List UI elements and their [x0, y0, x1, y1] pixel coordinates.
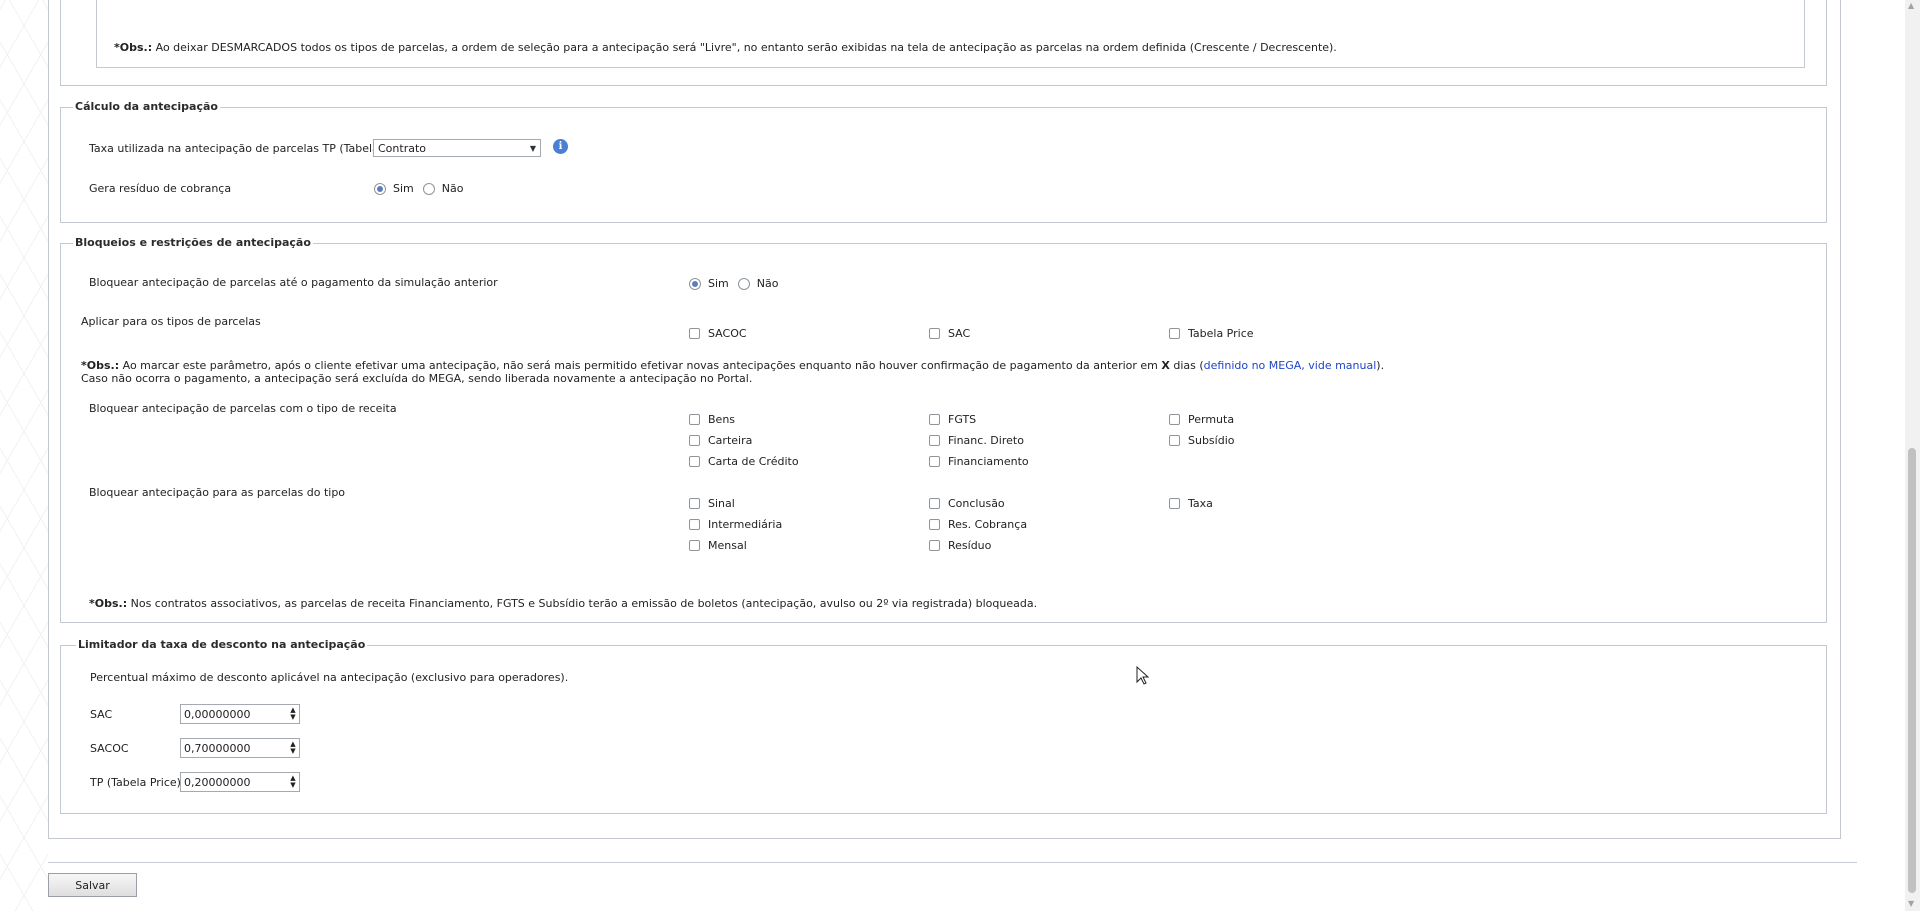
- scrollbar-thumb[interactable]: [1908, 448, 1916, 893]
- checkbox[interactable]: [929, 414, 940, 425]
- receita-bens[interactable]: Bens: [689, 413, 735, 426]
- spinner-arrows-icon[interactable]: ▲ ▼: [287, 775, 299, 789]
- vertical-scrollbar[interactable]: ▲ ▼: [1905, 0, 1920, 911]
- tp-spinner[interactable]: 0,20000000 ▲ ▼: [180, 772, 300, 792]
- receita-financiamento[interactable]: Financiamento: [929, 455, 1029, 468]
- background-pattern: [0, 0, 48, 911]
- residuo-radio-sim[interactable]: [374, 182, 386, 195]
- sacoc-label: SACOC: [90, 742, 129, 755]
- limitador-description: Percentual máximo de desconto aplicável …: [90, 671, 569, 684]
- spinner-arrows-icon[interactable]: ▲ ▼: [287, 741, 299, 755]
- calc-fieldset: Cálculo da antecipação Taxa utilizada na…: [60, 100, 1827, 223]
- aplicar-sac[interactable]: SAC: [929, 327, 970, 340]
- residuo-label: Gera resíduo de cobrança: [89, 182, 232, 195]
- bloquear-radio-sim[interactable]: [689, 277, 701, 290]
- bloqueios-fieldset: Bloqueios e restrições de antecipação Bl…: [60, 236, 1827, 623]
- bloquear-sim-label: Sim: [708, 277, 729, 290]
- scroll-up-icon[interactable]: ▲: [1908, 1, 1914, 10]
- aplicar-tabela-price[interactable]: Tabela Price: [1169, 327, 1254, 340]
- chevron-down-icon: ▼: [529, 143, 537, 153]
- checkbox[interactable]: [929, 540, 940, 551]
- checkbox[interactable]: [1169, 435, 1180, 446]
- sacoc-value: 0,70000000: [184, 741, 251, 755]
- save-button[interactable]: Salvar: [48, 873, 137, 897]
- receita-permuta[interactable]: Permuta: [1169, 413, 1234, 426]
- taxa-label: Taxa utilizada na antecipação de parcela…: [89, 142, 414, 155]
- order-settings-inner-box: *Obs.: Ao deixar DESMARCADOS todos os ti…: [96, 0, 1805, 68]
- checkbox[interactable]: [689, 414, 700, 425]
- checkbox[interactable]: [689, 435, 700, 446]
- bloquear-simulacao-label: Bloquear antecipação de parcelas até o p…: [89, 276, 498, 289]
- receita-subsidio[interactable]: Subsídio: [1169, 434, 1235, 447]
- checkbox[interactable]: [1169, 328, 1180, 339]
- bloquear-nao-label: Não: [756, 277, 779, 290]
- checkbox[interactable]: [929, 456, 940, 467]
- receita-financ-direto[interactable]: Financ. Direto: [929, 434, 1024, 447]
- checkbox[interactable]: [1169, 414, 1180, 425]
- residuo-radio-group: Sim Não: [374, 182, 463, 195]
- checkbox[interactable]: [689, 540, 700, 551]
- bloqueio-observation: *Obs.: Ao marcar este parâmetro, após o …: [81, 359, 1385, 385]
- receita-carta-credito[interactable]: Carta de Crédito: [689, 455, 799, 468]
- receita-carteira[interactable]: Carteira: [689, 434, 752, 447]
- checkbox[interactable]: [929, 498, 940, 509]
- checkbox[interactable]: [1169, 498, 1180, 509]
- mouse-cursor-icon: [1136, 666, 1150, 685]
- spinner-arrows-icon[interactable]: ▲ ▼: [287, 707, 299, 721]
- tipo-intermediaria[interactable]: Intermediária: [689, 518, 782, 531]
- residuo-radio-nao[interactable]: [422, 182, 435, 195]
- sacoc-spinner[interactable]: 0,70000000 ▲ ▼: [180, 738, 300, 758]
- checkbox[interactable]: [929, 435, 940, 446]
- checkbox[interactable]: [929, 519, 940, 530]
- calc-legend: Cálculo da antecipação: [73, 100, 220, 113]
- order-observation: *Obs.: Ao deixar DESMARCADOS todos os ti…: [114, 41, 1337, 54]
- sac-value: 0,00000000: [184, 707, 251, 721]
- tipo-conclusao[interactable]: Conclusão: [929, 497, 1005, 510]
- tipo-residuo[interactable]: Resíduo: [929, 539, 991, 552]
- checkbox[interactable]: [689, 456, 700, 467]
- limitador-legend: Limitador da taxa de desconto na antecip…: [76, 638, 368, 651]
- bloquear-radio-nao[interactable]: [737, 277, 750, 290]
- tipo-mensal[interactable]: Mensal: [689, 539, 747, 552]
- checkbox[interactable]: [689, 498, 700, 509]
- receita-fgts[interactable]: FGTS: [929, 413, 976, 426]
- tipo-label: Bloquear antecipação para as parcelas do…: [89, 486, 346, 499]
- taxa-select-value: Contrato: [378, 141, 427, 155]
- associativos-observation: *Obs.: Nos contratos associativos, as pa…: [89, 597, 1038, 610]
- residuo-nao-label: Não: [441, 182, 464, 195]
- tp-label: TP (Tabela Price): [90, 776, 181, 789]
- tipo-taxa[interactable]: Taxa: [1169, 497, 1213, 510]
- sac-label: SAC: [90, 708, 113, 721]
- bloqueios-legend: Bloqueios e restrições de antecipação: [73, 236, 313, 249]
- bloquear-radio-group: Sim Não: [689, 277, 778, 290]
- residuo-sim-label: Sim: [393, 182, 414, 195]
- taxa-select[interactable]: Contrato ▼: [373, 139, 541, 157]
- tipo-sinal[interactable]: Sinal: [689, 497, 735, 510]
- tp-value: 0,20000000: [184, 775, 251, 789]
- aplicar-label: Aplicar para os tipos de parcelas: [81, 315, 261, 328]
- footer-divider: [48, 862, 1857, 863]
- aplicar-sacoc[interactable]: SACOC: [689, 327, 747, 340]
- manual-link[interactable]: definido no MEGA, vide manual: [1204, 359, 1377, 372]
- info-icon[interactable]: i: [553, 139, 568, 154]
- receita-label: Bloquear antecipação de parcelas com o t…: [89, 402, 397, 415]
- checkbox[interactable]: [689, 328, 700, 339]
- checkbox[interactable]: [929, 328, 940, 339]
- checkbox[interactable]: [689, 519, 700, 530]
- sac-spinner[interactable]: 0,00000000 ▲ ▼: [180, 704, 300, 724]
- tipo-res-cobranca[interactable]: Res. Cobrança: [929, 518, 1027, 531]
- scroll-down-icon[interactable]: ▼: [1908, 899, 1914, 908]
- limitador-fieldset: Limitador da taxa de desconto na antecip…: [60, 638, 1827, 814]
